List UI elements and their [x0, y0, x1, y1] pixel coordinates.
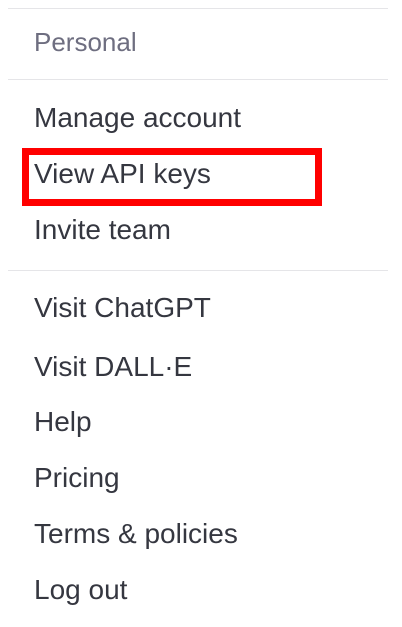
menu-item-help[interactable]: Help — [34, 405, 92, 439]
menu-item-manage-account[interactable]: Manage account — [34, 101, 241, 135]
menu-item-invite-team[interactable]: Invite team — [34, 213, 171, 247]
menu-item-pricing[interactable]: Pricing — [34, 461, 120, 495]
menu-divider-2 — [8, 270, 388, 271]
menu-item-visit-dalle[interactable]: Visit DALL·E — [34, 350, 192, 384]
menu-item-visit-chatgpt[interactable]: Visit ChatGPT — [34, 291, 211, 325]
section-label-personal: Personal — [34, 27, 137, 57]
menu-item-log-out[interactable]: Log out — [34, 573, 127, 607]
menu-item-view-api-keys[interactable]: View API keys — [34, 157, 211, 191]
menu-item-terms-policies[interactable]: Terms & policies — [34, 517, 238, 551]
account-dropdown-menu: Personal Manage account View API keys In… — [0, 0, 402, 627]
menu-divider-top — [8, 8, 388, 9]
menu-divider-1 — [8, 79, 388, 80]
